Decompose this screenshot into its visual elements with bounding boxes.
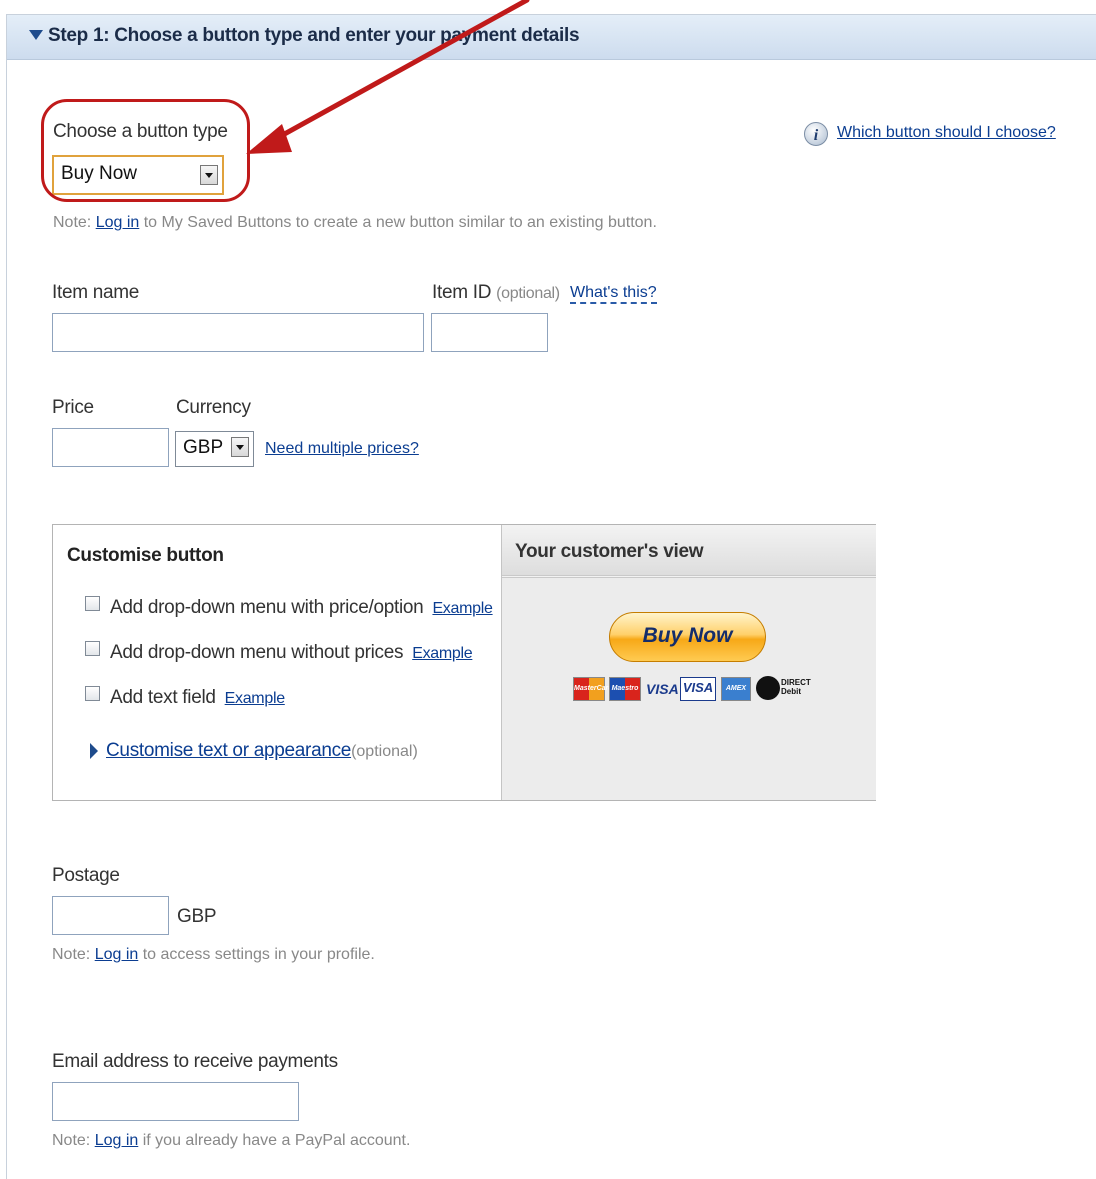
postage-note: Note: Log in to access settings in your … [52, 946, 375, 964]
option-dropdown-without-price: Add drop-down menu without prices Exampl… [110, 642, 473, 664]
visa-electron-icon: VISA [680, 677, 716, 701]
option-label: Add drop-down menu without prices [110, 642, 404, 663]
step-header[interactable]: Step 1: Choose a button type and enter y… [7, 15, 1096, 60]
whats-this-link[interactable]: What's this? [570, 284, 657, 304]
email-input[interactable] [52, 1082, 299, 1121]
customise-appearance-row: Customise text or appearance(optional) [106, 740, 418, 762]
checkbox-dropdown-with-price[interactable] [85, 596, 100, 611]
example-link[interactable]: Example [432, 600, 492, 617]
option-dropdown-with-price: Add drop-down menu with price/option Exa… [110, 597, 493, 619]
customise-title: Customise button [67, 545, 224, 566]
svg-text:i: i [814, 127, 819, 144]
currency-selected: GBP [183, 437, 224, 458]
checkbox-dropdown-without-price[interactable] [85, 641, 100, 656]
which-button-link[interactable]: Which button should I choose? [837, 124, 1056, 142]
example-link[interactable]: Example [225, 690, 285, 707]
customise-appearance-optional: (optional) [351, 743, 418, 760]
note-suffix: if you already have a PayPal account. [138, 1132, 411, 1149]
item-name-input[interactable] [52, 313, 424, 352]
note-prefix: Note: [52, 1132, 95, 1149]
item-id-optional: (optional) [496, 285, 560, 302]
item-id-label-text: Item ID [432, 282, 492, 303]
postage-currency: GBP [177, 906, 217, 927]
option-text-field: Add text field Example [110, 687, 285, 709]
note-login-link[interactable]: Log in [96, 214, 140, 231]
currency-select[interactable]: GBP [175, 431, 254, 467]
whats-this-wrapper: What's this? [570, 284, 657, 304]
annotation-arrow-icon [246, 0, 530, 154]
email-label: Email address to receive payments [52, 1051, 338, 1072]
item-id-label: Item ID (optional) [432, 282, 560, 304]
buy-now-preview-button[interactable]: Buy Now [609, 612, 766, 662]
note-prefix: Note: [52, 946, 95, 963]
customer-view-panel: Your customer's view [501, 525, 876, 800]
direct-debit-text: DIRECT Debit [781, 678, 811, 696]
item-id-input[interactable] [431, 313, 548, 352]
email-login-link[interactable]: Log in [95, 1132, 139, 1149]
example-link[interactable]: Example [412, 645, 472, 662]
note-suffix: to access settings in your profile. [138, 946, 375, 963]
amex-icon: AMEX [721, 677, 751, 701]
customise-appearance-link[interactable]: Customise text or appearance [106, 740, 351, 761]
option-label: Add drop-down menu with price/option [110, 597, 424, 618]
mastercard-icon: MasterCard [573, 677, 613, 701]
note-suffix: to My Saved Buttons to create a new butt… [139, 214, 657, 231]
multiple-prices-link[interactable]: Need multiple prices? [265, 440, 419, 458]
collapse-triangle-icon[interactable] [29, 30, 43, 40]
price-label: Price [52, 397, 94, 418]
customer-view-header: Your customer's view [502, 525, 876, 578]
maestro-icon: Maestro [609, 677, 641, 701]
currency-dropdown-arrow-icon[interactable] [231, 437, 249, 457]
postage-label: Postage [52, 865, 120, 886]
item-name-label: Item name [52, 282, 140, 303]
postage-input[interactable] [52, 896, 169, 935]
direct-debit-logo-icon [756, 676, 780, 700]
checkbox-text-field[interactable] [85, 686, 100, 701]
email-note: Note: Log in if you already have a PayPa… [52, 1132, 410, 1150]
annotation-highlight-circle [41, 99, 250, 202]
price-input[interactable] [52, 428, 169, 467]
saved-buttons-note: Note: Log in to My Saved Buttons to crea… [53, 214, 657, 232]
postage-login-link[interactable]: Log in [95, 946, 139, 963]
option-label: Add text field [110, 687, 216, 708]
buy-now-label: Buy Now [642, 624, 733, 647]
customer-view-title: Your customer's view [515, 541, 704, 562]
visa-icon: VISA [646, 681, 679, 697]
currency-label: Currency [176, 397, 251, 418]
expand-triangle-icon[interactable] [90, 743, 98, 759]
info-icon: i [804, 122, 828, 146]
note-prefix: Note: [53, 214, 96, 231]
